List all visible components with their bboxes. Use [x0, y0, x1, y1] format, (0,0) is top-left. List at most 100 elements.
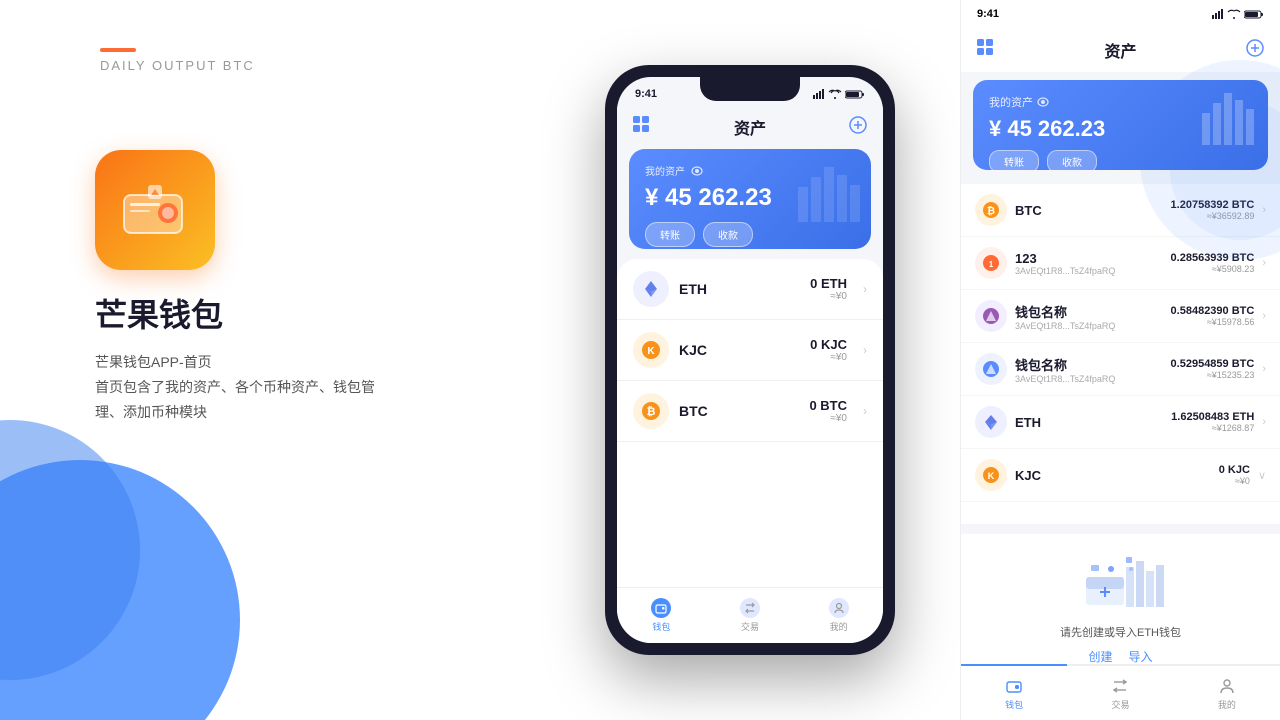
- phone-asset-label: 我的资产: [645, 163, 855, 178]
- kjc-icon: K: [633, 332, 669, 368]
- phone-container: 9:41 资产: [540, 0, 960, 720]
- right-wallet2-arrow: ›: [1262, 363, 1266, 375]
- right-status-time: 9:41: [977, 8, 999, 20]
- right-eth-icon: [975, 406, 1007, 438]
- right-asset-card: 我的资产 ¥ 45 262.23 转账 收款: [973, 80, 1268, 170]
- separator-2: [961, 524, 1280, 530]
- phone-header-title: 资产: [734, 115, 766, 139]
- right-coin-eth[interactable]: ETH 1.62508483 ETH ≈¥1268.87 ›: [961, 396, 1280, 449]
- right-coin-kjc[interactable]: K KJC 0 KJC ≈¥0 ∨: [961, 449, 1280, 502]
- phone-receive-button[interactable]: 收款: [703, 222, 753, 247]
- right-wallet2-info: 钱包名称 3AvEQt1R8...TsZ4fpaRQ: [1015, 355, 1163, 384]
- phone-transfer-button[interactable]: 转账: [645, 222, 695, 247]
- right-wallet1-arrow: ›: [1262, 310, 1266, 322]
- phone-status-time: 9:41: [635, 88, 657, 100]
- trade-nav-icon: [740, 598, 760, 618]
- right-coin-btc[interactable]: ₿ BTC 1.20758392 BTC ≈¥36592.89 ›: [961, 184, 1280, 237]
- right-wallet-nav-icon: [1004, 676, 1024, 696]
- right-bottom-nav: 钱包 交易 我的: [961, 664, 1280, 720]
- kjc-coin-name: KJC: [679, 342, 800, 358]
- svg-text:K: K: [647, 346, 655, 357]
- mine-nav-icon: [829, 598, 849, 618]
- phone-screen: 9:41 资产: [617, 77, 883, 643]
- kjc-coin-amount: 0 KJC ≈¥0: [810, 337, 847, 363]
- right-kjc-arrow: ∨: [1258, 469, 1266, 482]
- right-kjc-info: KJC: [1015, 468, 1211, 483]
- right-wallet1-amount: 0.58482390 BTC ≈¥15978.56: [1171, 305, 1255, 327]
- right-btc-icon: ₿: [975, 194, 1007, 226]
- eth-coin-name: ETH: [679, 281, 800, 297]
- phone-coin-kjc[interactable]: K KJC 0 KJC ≈¥0 ›: [617, 320, 883, 381]
- phone-coin-btc[interactable]: ₿ BTC 0 BTC ≈¥0 ›: [617, 381, 883, 442]
- eth-create-link[interactable]: 创建: [1088, 648, 1112, 665]
- phone-asset-amount: ¥ 45 262.23: [645, 184, 855, 212]
- right-panel: 9:41 资产 我的资产 ¥ 45 262.23 转账 收款: [960, 0, 1280, 720]
- app-description: 芒果钱包APP-首页 首页包含了我的资产、各个币种资产、钱包管 理、添加币种模块: [95, 350, 375, 426]
- phone-nav-wallet[interactable]: 钱包: [617, 588, 706, 643]
- svg-text:₿: ₿: [647, 406, 656, 418]
- phone-grid-icon[interactable]: [633, 116, 651, 139]
- right-nav-wallet[interactable]: 钱包: [961, 664, 1067, 720]
- right-header: 资产: [961, 28, 1280, 72]
- eth-arrow-icon: ›: [863, 282, 867, 296]
- phone-add-icon[interactable]: [849, 116, 867, 139]
- phone-notch: [700, 77, 800, 101]
- right-coin-123[interactable]: 1 123 3AvEQt1R8...TsZ4fpaRQ 0.28563939 B…: [961, 237, 1280, 290]
- right-wallet2-icon: [975, 353, 1007, 385]
- right-eth-amount: 1.62508483 ETH ≈¥1268.87: [1171, 411, 1254, 433]
- eth-wallet-illustration: [973, 546, 1268, 616]
- phone-asset-card: 我的资产 ¥ 45 262.23 转账 收款: [629, 149, 871, 249]
- eth-wallet-actions: 创建 导入: [1088, 648, 1152, 665]
- right-add-icon[interactable]: [1246, 39, 1264, 62]
- right-wallet1-icon: [975, 300, 1007, 332]
- btc-arrow-icon: ›: [863, 404, 867, 418]
- btc-coin-name: BTC: [679, 403, 799, 419]
- right-123-icon: 1: [975, 247, 1007, 279]
- phone-coin-list: ETH 0 ETH ≈¥0 › K KJC 0 KJC ≈¥0: [617, 259, 883, 587]
- right-grid-icon[interactable]: [977, 39, 995, 62]
- kjc-arrow-icon: ›: [863, 343, 867, 357]
- right-transfer-button[interactable]: 转账: [989, 150, 1039, 170]
- right-123-arrow: ›: [1262, 257, 1266, 269]
- right-receive-button[interactable]: 收款: [1047, 150, 1097, 170]
- right-123-info: 123 3AvEQt1R8...TsZ4fpaRQ: [1015, 251, 1163, 276]
- status-icons: [813, 89, 865, 99]
- phone-coin-eth[interactable]: ETH 0 ETH ≈¥0 ›: [617, 259, 883, 320]
- right-status-bar: 9:41: [961, 0, 1280, 28]
- right-nav-mine[interactable]: 我的: [1174, 666, 1280, 720]
- svg-text:1: 1: [989, 260, 994, 269]
- right-header-title: 资产: [1104, 38, 1136, 62]
- svg-text:₿: ₿: [987, 205, 995, 217]
- btc-coin-amount: 0 BTC ≈¥0: [809, 398, 847, 424]
- brand-tagline: DAILY OUTPUT BTC: [100, 58, 255, 73]
- right-asset-buttons: 转账 收款: [989, 150, 1252, 170]
- right-wallet2-amount: 0.52954859 BTC ≈¥15235.23: [1171, 358, 1255, 380]
- phone-nav-mine[interactable]: 我的: [794, 588, 883, 643]
- right-eth-info: ETH: [1015, 415, 1163, 430]
- eth-import-link[interactable]: 导入: [1129, 648, 1153, 665]
- btc-icon: ₿: [633, 393, 669, 429]
- right-eth-arrow: ›: [1262, 416, 1266, 428]
- eth-coin-amount: 0 ETH ≈¥0: [810, 276, 847, 302]
- right-wallet1-info: 钱包名称 3AvEQt1R8...TsZ4fpaRQ: [1015, 302, 1163, 331]
- right-coin-wallet2[interactable]: 钱包名称 3AvEQt1R8...TsZ4fpaRQ 0.52954859 BT…: [961, 343, 1280, 396]
- phone-bottom-nav: 钱包 交易 我的: [617, 587, 883, 643]
- left-section: DAILY OUTPUT BTC 芒果钱包 芒果钱包APP-首页 首页包含了我的…: [0, 0, 540, 720]
- wallet-nav-icon: [651, 598, 671, 618]
- app-title: 芒果钱包: [95, 290, 223, 336]
- accent-line: [100, 48, 136, 52]
- right-btc-arrow: ›: [1262, 204, 1266, 216]
- phone-asset-buttons: 转账 收款: [645, 222, 855, 247]
- right-coin-list: ₿ BTC 1.20758392 BTC ≈¥36592.89 › 1 123 …: [961, 184, 1280, 524]
- eth-icon: [633, 271, 669, 307]
- right-nav-trade[interactable]: 交易: [1067, 666, 1173, 720]
- svg-text:K: K: [988, 471, 995, 481]
- right-status-icons: [1212, 9, 1264, 19]
- phone-nav-trade[interactable]: 交易: [706, 588, 795, 643]
- app-icon: [95, 150, 215, 270]
- right-kjc-amount: 0 KJC ≈¥0: [1219, 464, 1250, 486]
- right-coin-wallet1[interactable]: 钱包名称 3AvEQt1R8...TsZ4fpaRQ 0.58482390 BT…: [961, 290, 1280, 343]
- right-btc-info: BTC: [1015, 203, 1163, 218]
- eth-wallet-message: 请先创建或导入ETH钱包: [1060, 624, 1181, 640]
- right-trade-nav-icon: [1110, 676, 1130, 696]
